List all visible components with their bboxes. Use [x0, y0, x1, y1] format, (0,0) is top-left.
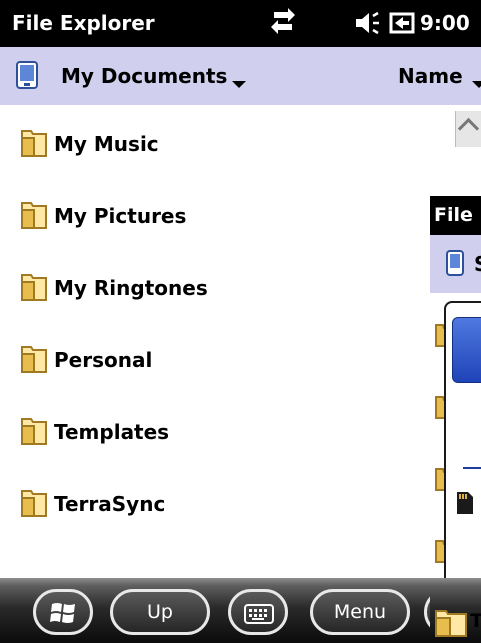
window-title: File — [434, 204, 473, 226]
taskbar: Up Menu — [0, 578, 481, 643]
sort-dropdown[interactable]: Name — [398, 64, 463, 88]
folder-icon — [434, 608, 468, 642]
file-name: TerraSync — [54, 492, 166, 516]
window-location-label[interactable]: S — [474, 252, 481, 276]
list-item[interactable]: My Pictures — [0, 180, 440, 252]
folder-icon — [20, 416, 48, 450]
scroll-up-arrow[interactable] — [455, 111, 481, 147]
signal-icon[interactable] — [270, 8, 296, 42]
storage-card-icon[interactable] — [455, 490, 475, 520]
file-name: My Pictures — [54, 204, 187, 228]
overlapping-window: File S C S — [430, 196, 481, 643]
folder-icon — [20, 200, 48, 234]
window-taskbar: T — [430, 578, 481, 643]
device-icon — [446, 250, 464, 280]
device-icon — [16, 61, 38, 93]
up-button[interactable]: Up — [110, 589, 210, 635]
title-bar: File Explorer 9:00 — [0, 0, 481, 47]
keyboard-button[interactable] — [228, 589, 288, 635]
menu-button[interactable]: Menu — [310, 589, 410, 635]
file-name: My Music — [54, 132, 159, 156]
popup-menu: C S — [444, 301, 481, 619]
file-name: My Ringtones — [54, 276, 208, 300]
location-bar: My Documents Name — [0, 47, 481, 105]
app-title: File Explorer — [12, 11, 155, 35]
menu-separator — [463, 467, 481, 469]
file-name: Templates — [54, 420, 170, 444]
file-name: Personal — [54, 348, 153, 372]
list-item[interactable]: Personal — [0, 324, 440, 396]
power-icon[interactable] — [389, 10, 417, 40]
list-item[interactable]: My Ringtones — [0, 252, 440, 324]
location-dropdown[interactable]: My Documents — [61, 64, 227, 88]
folder-icon — [20, 272, 48, 306]
clock[interactable]: 9:00 — [420, 11, 470, 35]
start-button[interactable] — [33, 589, 93, 635]
list-item[interactable]: TerraSync — [0, 468, 440, 540]
window-taskbar-label: T — [470, 610, 481, 632]
folder-icon — [20, 488, 48, 522]
list-item[interactable]: Templates — [0, 396, 440, 468]
window-location-bar: S — [430, 235, 481, 293]
sort-chevron-down-icon[interactable] — [472, 81, 481, 88]
window-title-bar: File — [430, 196, 481, 235]
windows-logo-icon — [49, 600, 79, 640]
menu-item-selected[interactable] — [452, 317, 481, 383]
volume-icon[interactable] — [354, 10, 380, 40]
keyboard-icon — [244, 600, 274, 640]
folder-icon — [20, 344, 48, 378]
list-item[interactable]: My Music — [0, 108, 440, 180]
folder-icon — [20, 128, 48, 162]
chevron-down-icon[interactable] — [232, 81, 246, 88]
